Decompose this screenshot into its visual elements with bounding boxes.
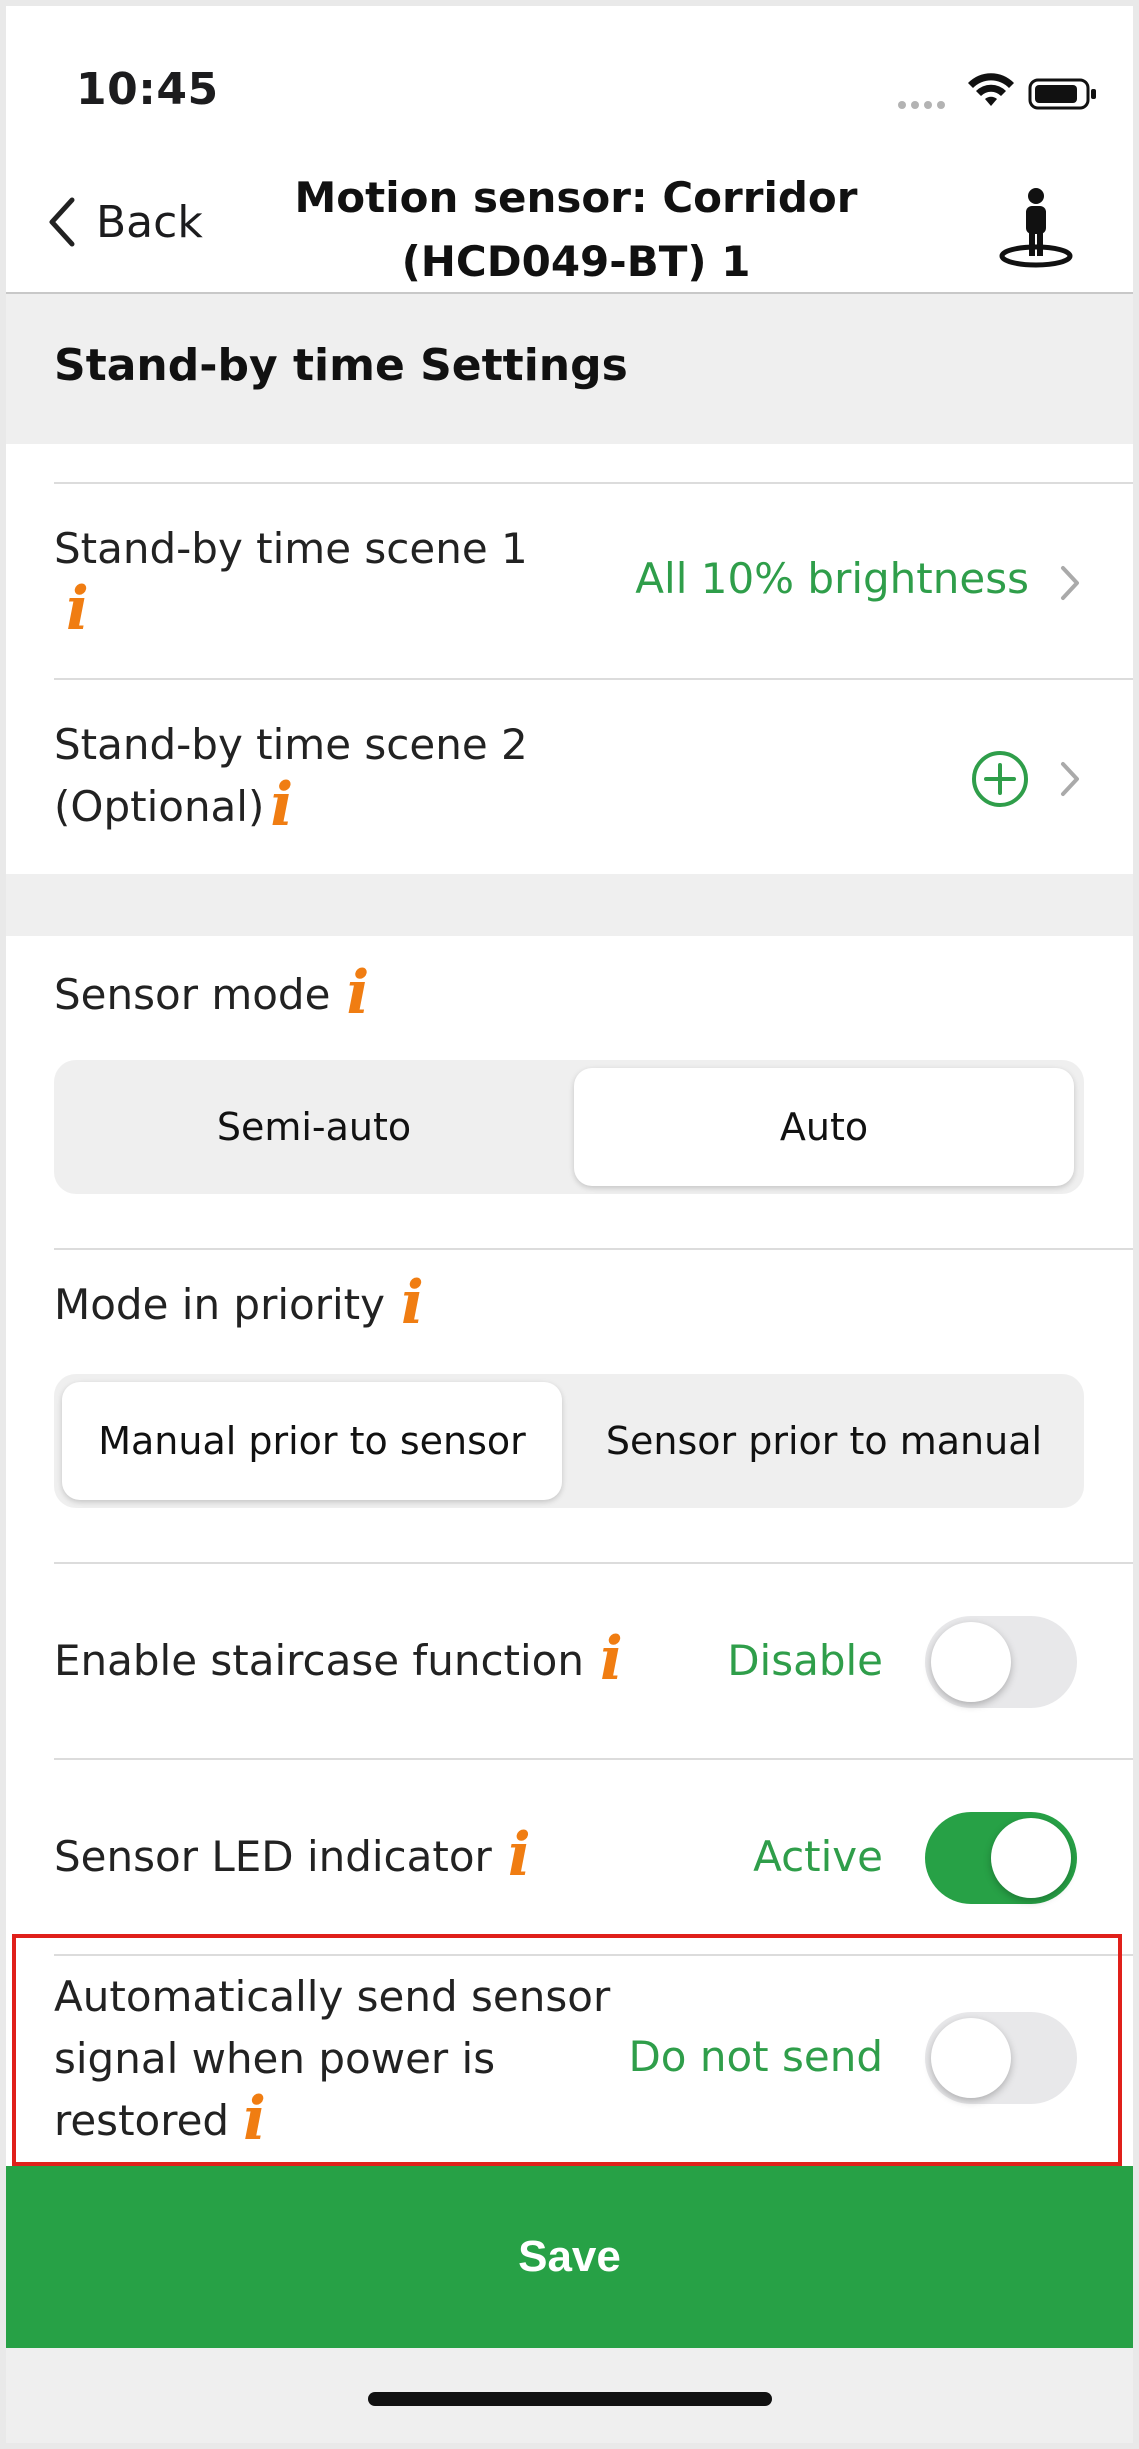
staircase-row: Enable staircase function i Disable bbox=[6, 1564, 1133, 1758]
toggle-knob bbox=[931, 2018, 1011, 2098]
sensor-mode-row: Sensor mode i Semi-auto Auto bbox=[6, 936, 1133, 1248]
chevron-left-icon bbox=[49, 197, 75, 247]
auto-send-text-line2: signal when power is bbox=[54, 2034, 496, 2083]
standby-scene-2-row[interactable]: Stand-by time scene 2 (Optional) i bbox=[6, 680, 1133, 874]
info-icon[interactable]: i bbox=[508, 1825, 531, 1885]
status-bar: 10:45 bbox=[6, 6, 1133, 156]
info-icon[interactable]: i bbox=[346, 963, 369, 1023]
standby-scene-2-text-line2: (Optional) bbox=[54, 782, 265, 831]
mode-priority-option-sensor[interactable]: Sensor prior to manual bbox=[574, 1382, 1074, 1500]
auto-send-toggle[interactable] bbox=[925, 2012, 1077, 2104]
back-button[interactable]: Back bbox=[46, 196, 203, 248]
auto-send-row: Automatically send sensor signal when po… bbox=[6, 1956, 1133, 2166]
toggle-knob bbox=[991, 1818, 1071, 1898]
section-header: Stand-by time Settings bbox=[6, 294, 1133, 444]
add-circle-icon[interactable] bbox=[971, 750, 1029, 808]
led-indicator-value: Active bbox=[753, 1832, 883, 1881]
standby-scene-1-value: All 10% brightness bbox=[635, 554, 1029, 603]
page-title-line2: (HCD049-BT) 1 bbox=[401, 237, 751, 286]
info-icon[interactable]: i bbox=[401, 1273, 424, 1333]
led-indicator-text: Sensor LED indicator bbox=[54, 1832, 492, 1881]
section-gap bbox=[6, 874, 1133, 936]
staircase-value: Disable bbox=[727, 1636, 883, 1685]
auto-send-label: Automatically send sensor signal when po… bbox=[54, 1966, 610, 2152]
person-standing-icon[interactable] bbox=[994, 186, 1078, 270]
chevron-right-icon bbox=[1061, 566, 1079, 600]
home-indicator bbox=[368, 2392, 772, 2406]
app-screen: 10:45 Back Motion sensor: Corridor (HCD0… bbox=[6, 6, 1133, 2443]
home-indicator-area bbox=[6, 2348, 1133, 2443]
mode-priority-text: Mode in priority bbox=[54, 1280, 385, 1329]
led-indicator-label: Sensor LED indicator i bbox=[54, 1825, 531, 1888]
standby-scene-1-label: Stand-by time scene 1 i bbox=[54, 518, 528, 642]
section-title: Stand-by time Settings bbox=[54, 340, 628, 391]
auto-send-text-line3: restored bbox=[54, 2096, 230, 2145]
standby-scene-1-row[interactable]: Stand-by time scene 1 i All 10% brightne… bbox=[6, 484, 1133, 678]
battery-icon bbox=[1028, 78, 1096, 110]
mode-priority-label: Mode in priority i bbox=[54, 1273, 424, 1336]
sensor-mode-option-semi-auto[interactable]: Semi-auto bbox=[64, 1068, 564, 1186]
back-label: Back bbox=[96, 196, 203, 248]
led-indicator-row: Sensor LED indicator i Active bbox=[6, 1760, 1133, 1954]
page-title-line1: Motion sensor: Corridor bbox=[294, 173, 858, 222]
wifi-icon bbox=[968, 73, 1014, 106]
chevron-right-icon bbox=[1061, 762, 1079, 796]
mode-priority-segmented-control: Manual prior to sensor Sensor prior to m… bbox=[54, 1374, 1084, 1508]
sensor-mode-text: Sensor mode bbox=[54, 970, 331, 1019]
sensor-mode-label: Sensor mode i bbox=[54, 963, 369, 1026]
standby-scene-2-label: Stand-by time scene 2 (Optional) i bbox=[54, 714, 528, 838]
nav-bar: Back Motion sensor: Corridor (HCD049-BT)… bbox=[6, 156, 1133, 294]
staircase-toggle[interactable] bbox=[925, 1616, 1077, 1708]
mode-priority-row: Mode in priority i Manual prior to sensor… bbox=[6, 1250, 1133, 1562]
info-icon[interactable]: i bbox=[270, 775, 293, 835]
staircase-label: Enable staircase function i bbox=[54, 1629, 623, 1692]
sensor-mode-segmented-control: Semi-auto Auto bbox=[54, 1060, 1084, 1194]
standby-scene-2-text-line1: Stand-by time scene 2 bbox=[54, 720, 528, 769]
auto-send-text-line1: Automatically send sensor bbox=[54, 1972, 611, 2021]
save-button[interactable]: Save bbox=[6, 2166, 1133, 2348]
status-time: 10:45 bbox=[76, 64, 219, 115]
auto-send-value: Do not send bbox=[628, 2032, 883, 2081]
info-icon[interactable]: i bbox=[600, 1629, 623, 1689]
led-indicator-toggle[interactable] bbox=[925, 1812, 1077, 1904]
info-icon[interactable]: i bbox=[66, 579, 89, 639]
info-icon[interactable]: i bbox=[243, 2089, 266, 2149]
standby-scene-1-text: Stand-by time scene 1 bbox=[54, 524, 528, 573]
cellular-signal-icon bbox=[898, 94, 950, 113]
staircase-text: Enable staircase function bbox=[54, 1636, 584, 1685]
mode-priority-option-manual[interactable]: Manual prior to sensor bbox=[62, 1382, 562, 1500]
toggle-knob bbox=[931, 1622, 1011, 1702]
sensor-mode-option-auto[interactable]: Auto bbox=[574, 1068, 1074, 1186]
page-title: Motion sensor: Corridor (HCD049-BT) 1 bbox=[236, 166, 916, 294]
